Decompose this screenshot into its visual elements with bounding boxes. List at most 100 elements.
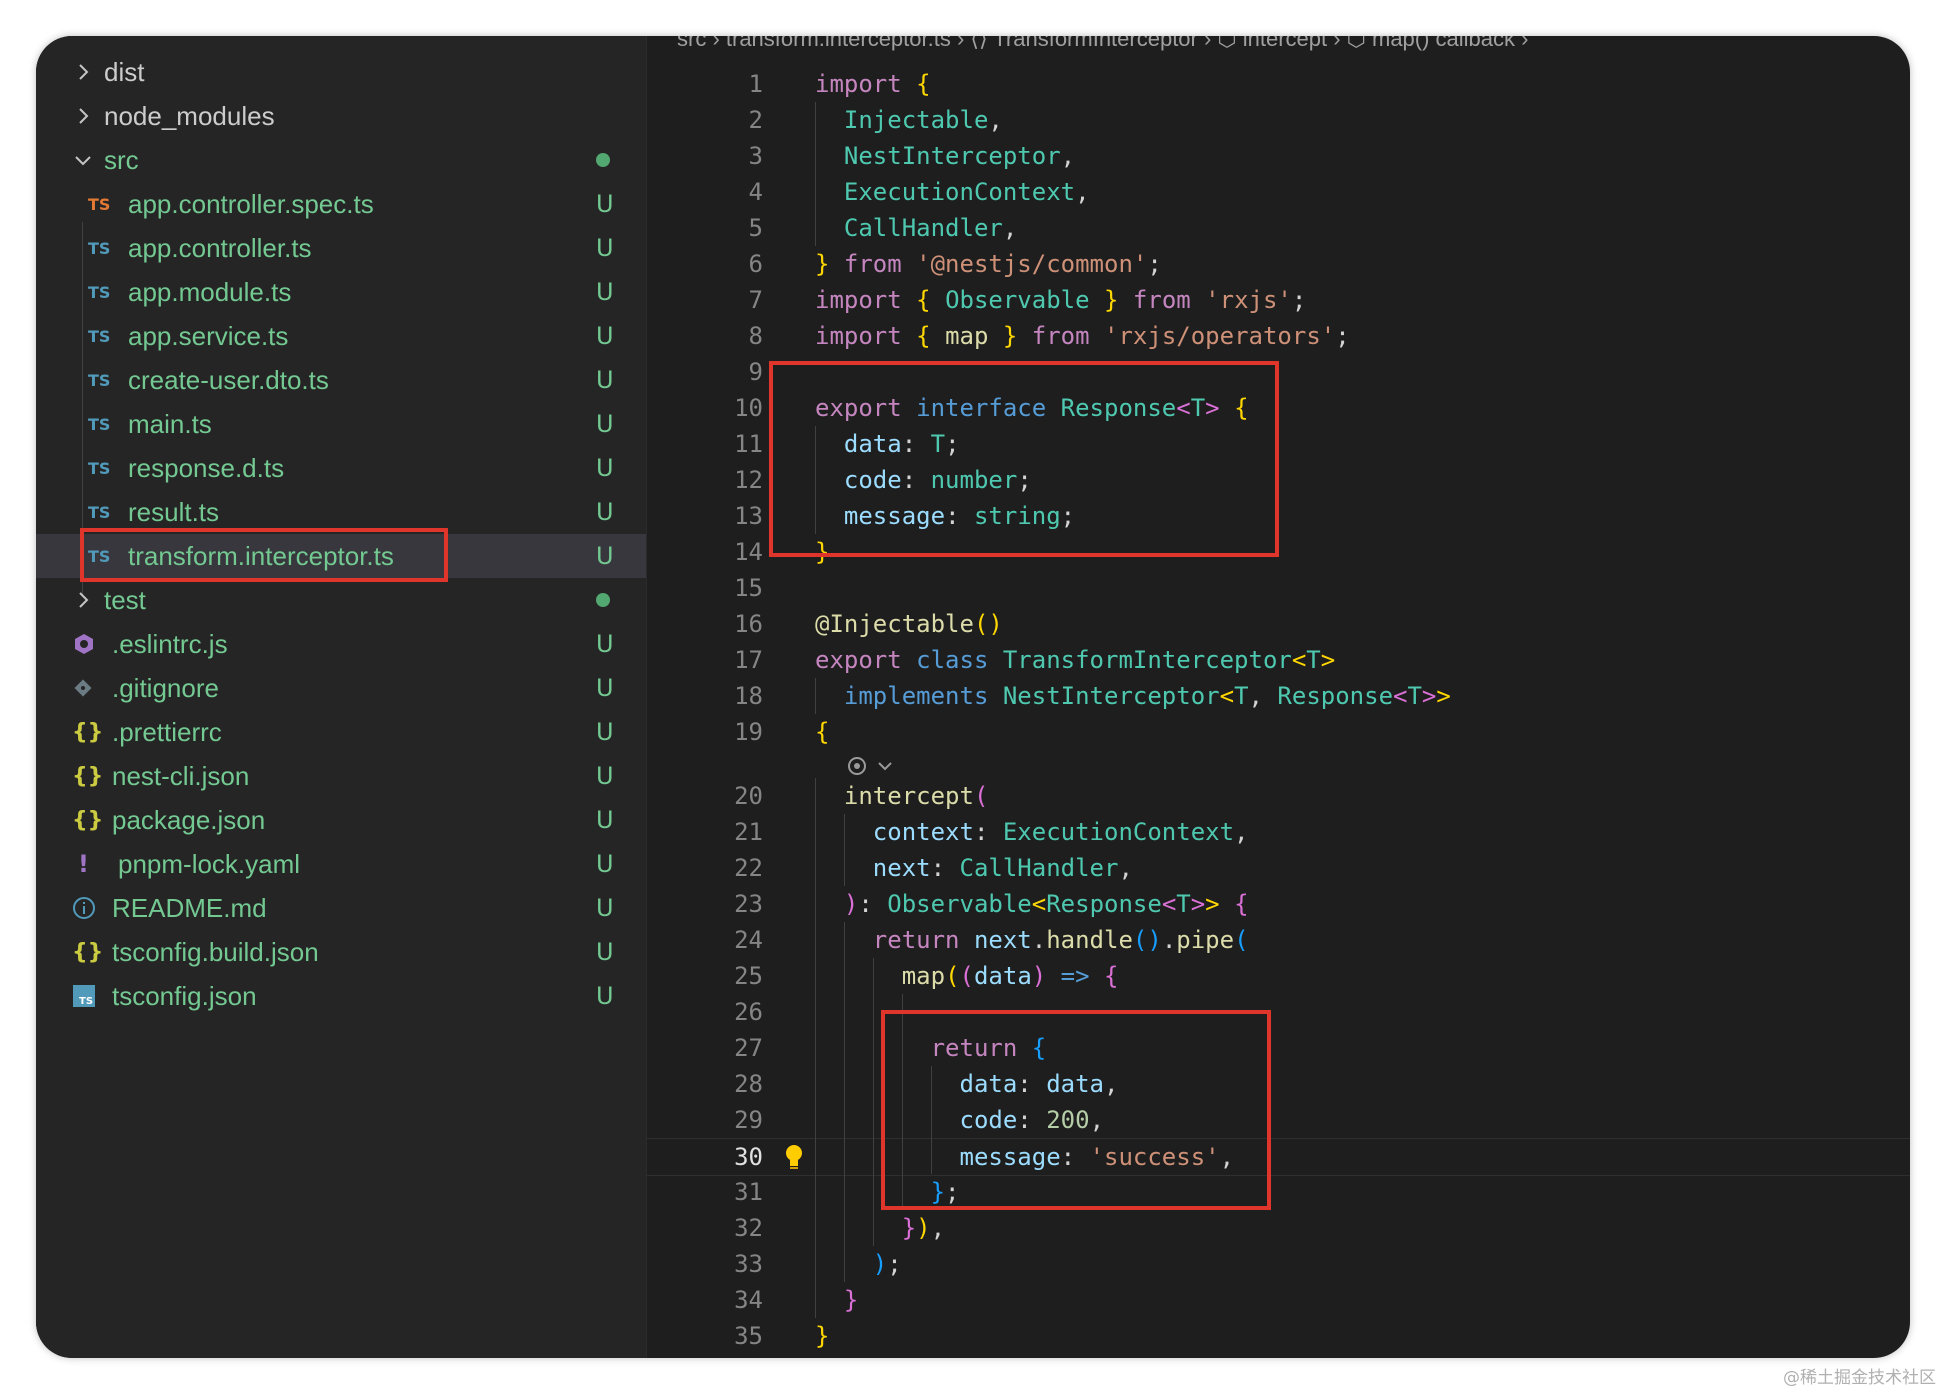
code-token: { [815, 718, 830, 746]
code-token: { [916, 286, 931, 314]
line-number: 34 [734, 1286, 763, 1314]
folder-test[interactable]: test [36, 578, 646, 622]
code-line[interactable]: 22 next: CallHandler, [647, 850, 1910, 886]
file-app.module.ts[interactable]: TS app.module.ts U [36, 270, 646, 314]
indent-guide [815, 678, 816, 714]
code-token: CallHandler [843, 214, 1003, 242]
file-package.json[interactable]: {} package.json U [36, 798, 646, 842]
file-nest-cli.json[interactable]: {} nest-cli.json U [36, 754, 646, 798]
code-line[interactable]: 20 intercept( [647, 778, 1910, 814]
code-token: . [1161, 926, 1177, 954]
code-token: } [1002, 322, 1018, 350]
code-token: : [858, 890, 888, 918]
folder-src[interactable]: src [36, 138, 646, 182]
code-line[interactable]: 34 } [647, 1282, 1910, 1318]
code-token: } [1104, 286, 1119, 314]
highlight-selected-file [80, 528, 448, 582]
code-line[interactable]: 17 export class TransformInterceptor<T> [647, 642, 1910, 678]
file-.gitignore[interactable]: .gitignore U [36, 666, 646, 710]
code-line[interactable]: 29 code: 200, [647, 1102, 1910, 1138]
folder-dist[interactable]: dist [36, 50, 646, 94]
code-text: next: CallHandler, [815, 850, 1133, 886]
code-line[interactable]: 35} [647, 1318, 1910, 1354]
git-status-untracked: U [596, 366, 614, 394]
code-line[interactable]: 30 message: 'success', [647, 1138, 1910, 1176]
code-token: () [973, 610, 1003, 638]
git-status-untracked: U [596, 982, 614, 1010]
file-pnpm-lock.yaml[interactable]: ! pnpm-lock.yaml U [36, 842, 646, 886]
code-line[interactable]: 27 return { [647, 1030, 1910, 1066]
file-create-user.dto.ts[interactable]: TS create-user.dto.ts U [36, 358, 646, 402]
line-number: 12 [734, 466, 763, 494]
code-line[interactable]: 18 implements NestInterceptor<T, Respons… [647, 678, 1910, 714]
code-line[interactable]: 5 CallHandler, [647, 210, 1910, 246]
code-token: { [1234, 890, 1249, 918]
folder-node_modules[interactable]: node_modules [36, 94, 646, 138]
code-token: ( [945, 962, 960, 990]
code-line[interactable]: 16 @Injectable() [647, 606, 1910, 642]
tree-item-label: tsconfig.build.json [112, 936, 319, 967]
file-.prettierrc[interactable]: {} .prettierrc U [36, 710, 646, 754]
file-main.ts[interactable]: TS main.ts U [36, 402, 646, 446]
file-.eslintrc.js[interactable]: .eslintrc.js U [36, 622, 646, 666]
code-line[interactable]: 25 map((data) => { [647, 958, 1910, 994]
chevron-right-icon[interactable] [72, 105, 94, 127]
file-tsconfig.json[interactable]: TS tsconfig.json U [36, 974, 646, 1018]
git-status-untracked: U [596, 498, 614, 526]
file-response.d.ts[interactable]: TS response.d.ts U [36, 446, 646, 490]
code-token: { [1104, 962, 1119, 990]
code-token: < [1219, 682, 1235, 710]
chevron-right-icon[interactable] [72, 61, 94, 83]
breadcrumb[interactable]: src › transform.interceptor.ts › ⟨⟩ Tran… [677, 36, 1528, 56]
chevron-down-icon[interactable] [72, 149, 94, 171]
line-number: 7 [748, 286, 763, 314]
code-line[interactable]: 36 [647, 1354, 1910, 1358]
file-README.md[interactable]: README.md U [36, 886, 646, 930]
chevron-right-icon[interactable] [72, 589, 94, 611]
code-token: < [1031, 890, 1047, 918]
git-status-untracked: U [596, 806, 614, 834]
code-line[interactable]: 2 Injectable, [647, 102, 1910, 138]
code-line[interactable]: 1 import { [647, 66, 1910, 102]
code-lens-row[interactable] [647, 750, 1910, 778]
file-tsconfig.build.json[interactable]: {} tsconfig.build.json U [36, 930, 646, 974]
file-app.controller.ts[interactable]: TS app.controller.ts U [36, 226, 646, 270]
code-line[interactable]: 33 ); [647, 1246, 1910, 1282]
code-line[interactable]: 19 { [647, 714, 1910, 750]
code-line[interactable]: 32 }), [647, 1210, 1910, 1246]
indent-guide [843, 814, 845, 886]
tree-item-label: main.ts [128, 408, 212, 439]
code-token: '@nestjs/common' [916, 250, 1148, 278]
code-line[interactable]: 3 NestInterceptor, [647, 138, 1910, 174]
line-number: 4 [748, 178, 763, 206]
code-line[interactable]: 8 import { map } from 'rxjs/operators'; [647, 318, 1910, 354]
code-token: < [1393, 682, 1408, 710]
code-line[interactable]: 21 context: ExecutionContext, [647, 814, 1910, 850]
line-number: 24 [734, 926, 763, 954]
code-line[interactable]: 15 [647, 570, 1910, 606]
code-editor[interactable]: src › transform.interceptor.ts › ⟨⟩ Tran… [647, 36, 1910, 1358]
file-app.service.ts[interactable]: TS app.service.ts U [36, 314, 646, 358]
code-line[interactable]: 26 [647, 994, 1910, 1030]
code-text: import { Observable } from 'rxjs'; [815, 282, 1306, 318]
code-token: map [945, 322, 989, 350]
code-line[interactable]: 28 data: data, [647, 1066, 1910, 1102]
git-status-untracked: U [596, 322, 614, 350]
code-line[interactable]: 6} from '@nestjs/common'; [647, 246, 1910, 282]
code-line[interactable]: 4 ExecutionContext, [647, 174, 1910, 210]
code-line[interactable]: 24 return next.handle().pipe( [647, 922, 1910, 958]
yaml-file-icon: ! [78, 850, 89, 878]
code-line[interactable]: 31 }; [647, 1174, 1910, 1210]
code-line[interactable]: 7 import { Observable } from 'rxjs'; [647, 282, 1910, 318]
code-line[interactable]: 23 ): Observable<Response<T>> { [647, 886, 1910, 922]
code-token: CallHandler [959, 854, 1119, 882]
tree-item-label: create-user.dto.ts [128, 364, 329, 395]
file-app.controller.spec.ts[interactable]: TS app.controller.spec.ts U [36, 182, 646, 226]
